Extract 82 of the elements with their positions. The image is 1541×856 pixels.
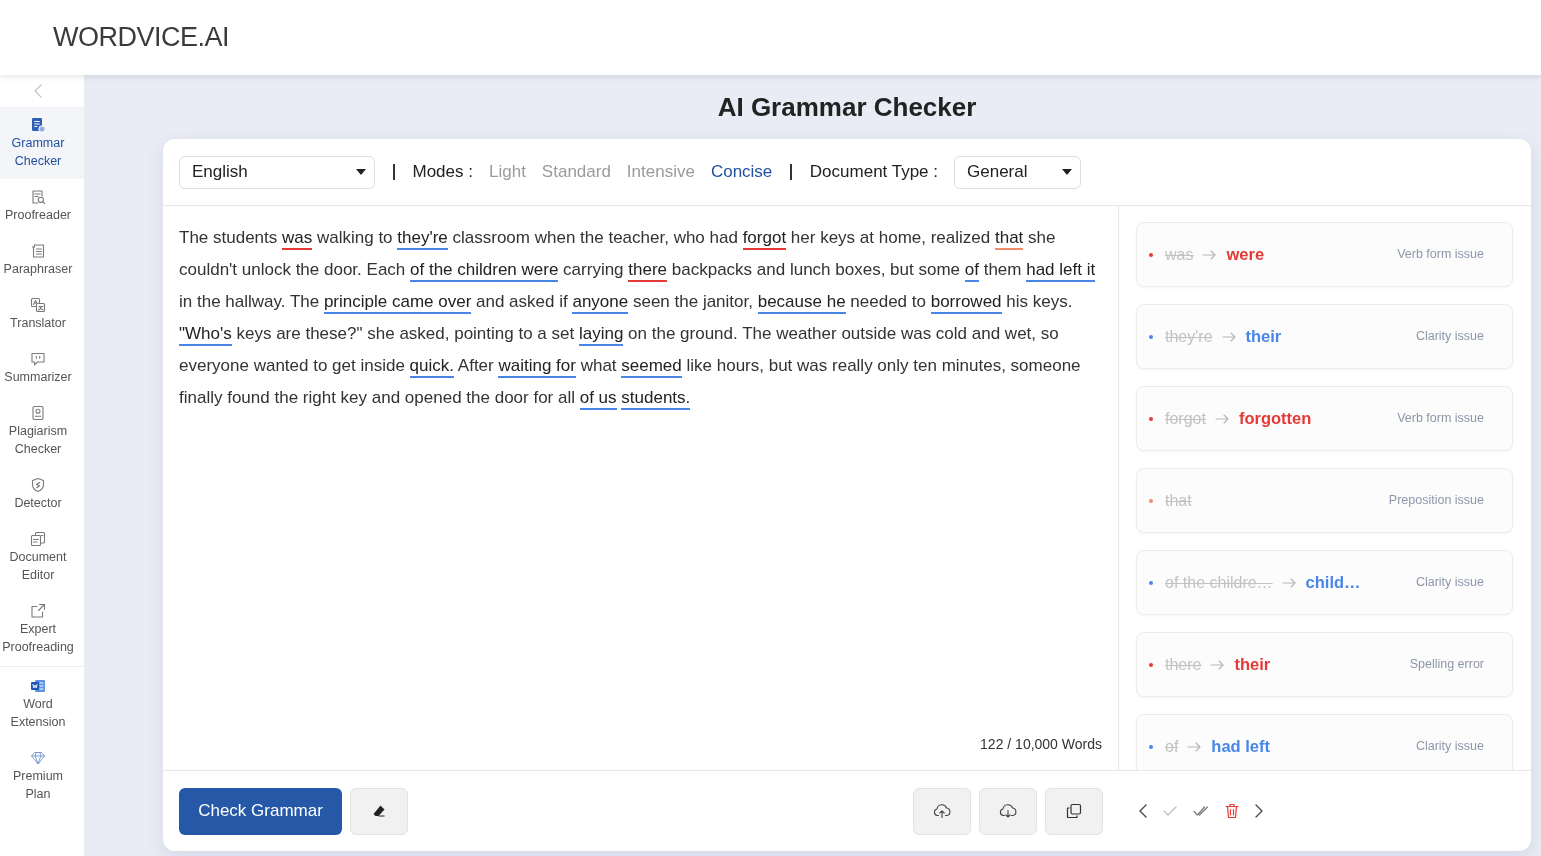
caret-down-icon: [356, 169, 366, 175]
flagged-phrase[interactable]: seemed: [621, 356, 682, 378]
shield-icon: [30, 477, 46, 493]
flagged-phrase[interactable]: was: [282, 228, 313, 250]
document-badge-icon: [30, 117, 46, 133]
flagged-phrase[interactable]: because he: [757, 292, 846, 314]
clear-button[interactable]: [350, 787, 408, 835]
issue-type: Clarity issue: [1415, 738, 1484, 756]
sidebar-item[interactable]: Grammar Checker: [0, 107, 84, 179]
flagged-phrase[interactable]: laying: [578, 324, 624, 346]
word-count: 122 / 10,000 Words: [980, 735, 1102, 754]
app-tile-icon: [30, 678, 46, 694]
suggested-text[interactable]: forgotten: [1238, 406, 1312, 431]
copy-icon: [1066, 803, 1082, 819]
issue-type: Spelling error: [1409, 656, 1484, 674]
original-text: of the childre…: [1165, 572, 1273, 593]
chevron-right-icon[interactable]: [1255, 804, 1263, 818]
document-icon: [30, 243, 46, 259]
original-text: was: [1165, 244, 1194, 265]
flagged-phrase[interactable]: had left it: [1026, 260, 1096, 282]
arrow-right-icon: [1210, 659, 1225, 670]
original-text: of: [1165, 736, 1179, 757]
issue-type: Clarity issue: [1415, 574, 1484, 592]
check-grammar-button[interactable]: Check Grammar: [179, 787, 342, 835]
arrow-right-icon: [1221, 331, 1236, 342]
diamond-icon: [30, 750, 46, 766]
document-magnifier-icon: [30, 189, 46, 205]
original-text: they're: [1165, 326, 1213, 347]
flagged-phrase[interactable]: "Who's: [179, 324, 232, 346]
chevron-left-icon[interactable]: [1139, 804, 1147, 818]
speech-bubble-icon: [30, 351, 46, 367]
flagged-phrase[interactable]: forgot: [742, 228, 787, 250]
document-person-icon: [30, 405, 46, 421]
flagged-phrase[interactable]: of the children were: [410, 260, 559, 282]
original-text: forgot: [1165, 408, 1206, 429]
flagged-phrase[interactable]: of us: [579, 388, 617, 410]
original-text: that: [1165, 490, 1192, 511]
mode-tab[interactable]: Concise: [710, 159, 773, 185]
cloud-download-icon: [999, 803, 1017, 819]
flagged-phrase[interactable]: borrowed: [930, 292, 1002, 314]
language-select[interactable]: English: [179, 155, 375, 189]
issue-type: Clarity issue: [1415, 328, 1484, 346]
stacked-documents-icon: [30, 531, 46, 547]
arrow-right-icon: [1187, 741, 1202, 752]
suggested-text[interactable]: were: [1226, 242, 1265, 267]
issue-type: Preposition issue: [1388, 492, 1484, 510]
wordvice-logo[interactable]: WORDVICE.AI: [53, 24, 229, 51]
essay-paragraph: The students was walking to they're classroom when the teacher, who had forgot her keys at home, realized that she couldn't unlock the door. Each of the children were carrying there backpacks and lunch boxes, but some of them had left it in the hallway. The principle came over and asked if anyone seen the janitor, because he needed to borrowed his keys. "Who's keys are these?" she asked, pointing to a set laying on the ground. The weather outside was cold and wet, so everyone wanted to get inside quick. After waiting for what seemed like hours, but was really only ten minutes, someone finally found the right key and opened the door for all of us students.: [179, 222, 1102, 414]
document-type-label: Document Type :: [809, 161, 939, 184]
arrow-right-icon: [1281, 577, 1296, 588]
eraser-icon: [372, 804, 386, 818]
modes-label: Modes :: [412, 161, 473, 184]
flagged-phrase[interactable]: there: [628, 260, 668, 282]
document-type-select[interactable]: General: [954, 155, 1082, 189]
flagged-phrase[interactable]: waiting for: [498, 356, 576, 378]
translate-icon: [30, 297, 46, 313]
external-link-icon: [30, 603, 46, 619]
check-icon[interactable]: [1163, 806, 1177, 816]
suggestion-card[interactable]: forgot forgotten Verb form issue: [1136, 386, 1513, 451]
suggestion-card[interactable]: there their Spelling error: [1136, 632, 1513, 697]
suggested-text[interactable]: their: [1234, 652, 1271, 677]
flagged-phrase[interactable]: quick.: [409, 356, 455, 378]
upload-button[interactable]: [913, 787, 971, 835]
arrow-right-icon: [1214, 413, 1229, 424]
page-title: AI Grammar Checker: [717, 90, 977, 124]
flagged-phrase[interactable]: principle came over: [323, 292, 472, 314]
issue-type: Verb form issue: [1397, 410, 1484, 428]
arrow-right-icon: [1202, 249, 1217, 260]
flagged-phrase[interactable]: they're: [397, 228, 448, 250]
copy-button[interactable]: [1045, 787, 1103, 835]
flagged-phrase[interactable]: students.: [621, 388, 691, 410]
flagged-phrase[interactable]: that: [994, 228, 1024, 250]
flagged-phrase[interactable]: of: [964, 260, 979, 282]
suggestion-card[interactable]: was were Verb form issue: [1136, 222, 1513, 287]
trash-icon[interactable]: [1225, 803, 1239, 819]
cloud-upload-icon: [933, 803, 951, 819]
double-check-icon[interactable]: [1193, 806, 1209, 816]
download-button[interactable]: [979, 787, 1037, 835]
caret-down-icon: [1062, 169, 1073, 175]
issue-type: Verb form issue: [1397, 246, 1484, 264]
flagged-phrase[interactable]: anyone: [572, 292, 629, 314]
original-text: there: [1165, 654, 1202, 675]
